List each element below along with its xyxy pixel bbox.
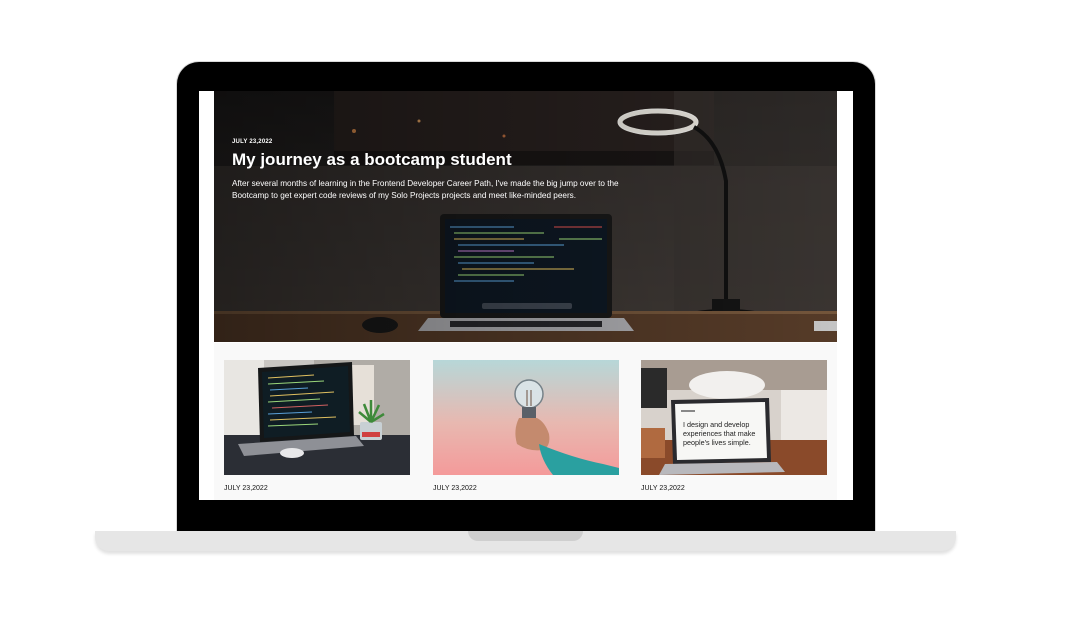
screen-text-line: people's lives simple. xyxy=(683,438,751,447)
screen-text-line: I design and develop xyxy=(683,420,750,429)
post-date: JULY 23,2022 xyxy=(433,485,477,492)
post-card[interactable]: JULY 23,2022 xyxy=(224,360,410,492)
post-image[interactable] xyxy=(224,360,410,475)
post-date: JULY 23,2022 xyxy=(224,485,268,492)
posts-grid: JULY 23,2022 JULY 23,2022 I design and d… xyxy=(214,343,837,500)
post-date: JULY 23,2022 xyxy=(641,485,685,492)
post-card[interactable]: I design and develop experiences that ma… xyxy=(641,360,827,492)
post-image[interactable] xyxy=(641,360,827,475)
hero-title[interactable]: My journey as a bootcamp student xyxy=(232,150,512,170)
post-card[interactable]: JULY 23,2022 xyxy=(433,360,619,492)
hero-date: JULY 23,2022 xyxy=(232,139,273,145)
post-image-screen-text: I design and develop experiences that ma… xyxy=(683,420,763,447)
hero-post[interactable]: JULY 23,2022 My journey as a bootcamp st… xyxy=(214,91,837,342)
laptop-notch xyxy=(468,531,583,541)
laptop-screen: JULY 23,2022 My journey as a bootcamp st… xyxy=(199,91,853,500)
screen-text-line: experiences that make xyxy=(683,429,756,438)
hero-excerpt: After several months of learning in the … xyxy=(232,179,619,200)
post-image[interactable] xyxy=(433,360,619,475)
hero-overlay xyxy=(214,91,837,342)
